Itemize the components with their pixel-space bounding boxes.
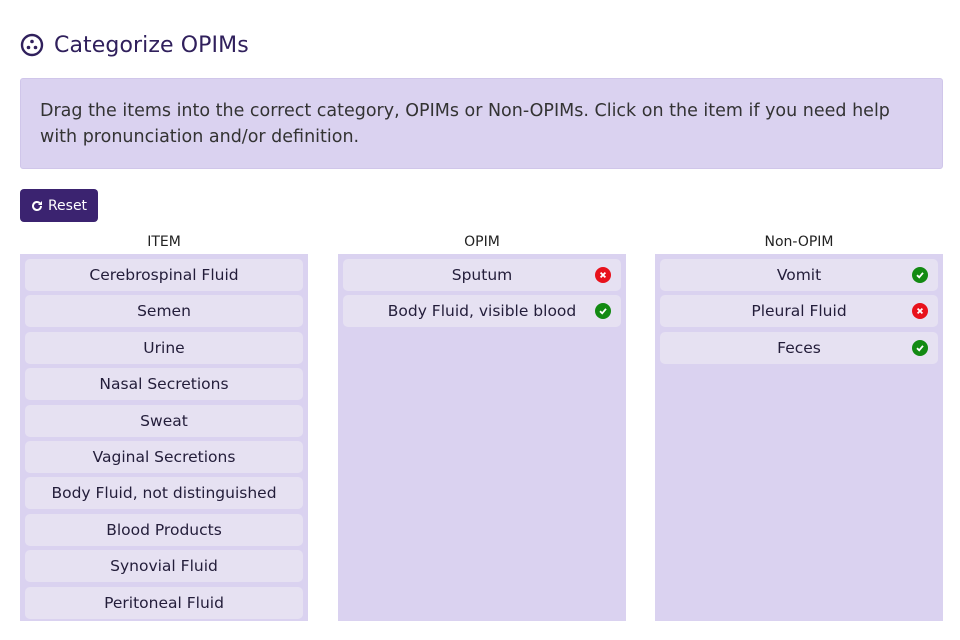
- page-title: Categorize OPIMs: [54, 32, 249, 58]
- column-header-item: ITEM: [147, 234, 181, 250]
- item-label: Feces: [777, 338, 821, 357]
- draggable-item-card[interactable]: Cerebrospinal Fluid: [25, 259, 303, 291]
- draggable-item-card[interactable]: Blood Products: [25, 513, 303, 546]
- draggable-item-card[interactable]: Feces: [660, 331, 938, 364]
- item-label: Urine: [143, 338, 185, 357]
- draggable-item-card[interactable]: Urine: [25, 331, 303, 364]
- page-header: Categorize OPIMs: [20, 30, 249, 60]
- item-label: Body Fluid, visible blood: [387, 302, 577, 321]
- item-label: Peritoneal Fluid: [104, 593, 224, 612]
- item-label: Sputum: [451, 266, 513, 284]
- draggable-item-card[interactable]: Vomit: [660, 259, 938, 291]
- column-header-non-opim: Non-OPIM: [764, 234, 834, 250]
- item-label: Sweat: [140, 411, 188, 430]
- item-label: Nasal Secretions: [99, 375, 229, 394]
- x-circle-icon: [912, 303, 928, 320]
- draggable-item-card[interactable]: Peritoneal Fluid: [25, 586, 303, 619]
- reset-label: Reset: [47, 197, 88, 214]
- draggable-item-card[interactable]: Sweat: [25, 404, 303, 437]
- check-circle-icon: [912, 339, 928, 356]
- draggable-item-card[interactable]: Synovial Fluid: [25, 550, 303, 583]
- check-circle-icon: [912, 267, 928, 283]
- draggable-item-card[interactable]: Vaginal Secretions: [25, 440, 303, 473]
- opim-dropzone[interactable]: Sputum Body Fluid, visible blood: [338, 254, 626, 621]
- item-label: Blood Products: [106, 520, 222, 539]
- draggable-item-card[interactable]: Body Fluid, not distinguished: [25, 477, 303, 510]
- item-label: Vomit: [776, 266, 822, 284]
- draggable-item-card[interactable]: Body Fluid, visible blood: [343, 295, 621, 328]
- draggable-item-card[interactable]: Sputum: [343, 259, 621, 291]
- draggable-item-card[interactable]: Pleural Fluid: [660, 295, 938, 328]
- draggable-item-card[interactable]: Semen: [25, 295, 303, 328]
- puzzle-molecule-icon: [20, 33, 44, 57]
- check-circle-icon: [595, 303, 611, 320]
- instructions-panel: Drag the items into the correct category…: [20, 78, 943, 169]
- item-label: Cerebrospinal Fluid: [89, 266, 239, 284]
- refresh-icon: [31, 200, 42, 211]
- item-label: Vaginal Secretions: [92, 447, 236, 466]
- column-header-opim: OPIM: [464, 234, 500, 250]
- reset-button[interactable]: Reset: [20, 189, 98, 222]
- non-opim-dropzone[interactable]: Vomit Pleural Fluid Feces: [655, 254, 943, 621]
- draggable-item-card[interactable]: Nasal Secretions: [25, 368, 303, 401]
- item-label: Body Fluid, not distinguished: [51, 484, 277, 503]
- item-bank-dropzone[interactable]: Cerebrospinal Fluid Semen Urine Nasal Secre…: [20, 254, 308, 621]
- item-label: Pleural Fluid: [751, 302, 847, 321]
- x-circle-icon: [595, 267, 611, 283]
- item-label: Semen: [137, 302, 191, 321]
- item-label: Synovial Fluid: [110, 557, 218, 576]
